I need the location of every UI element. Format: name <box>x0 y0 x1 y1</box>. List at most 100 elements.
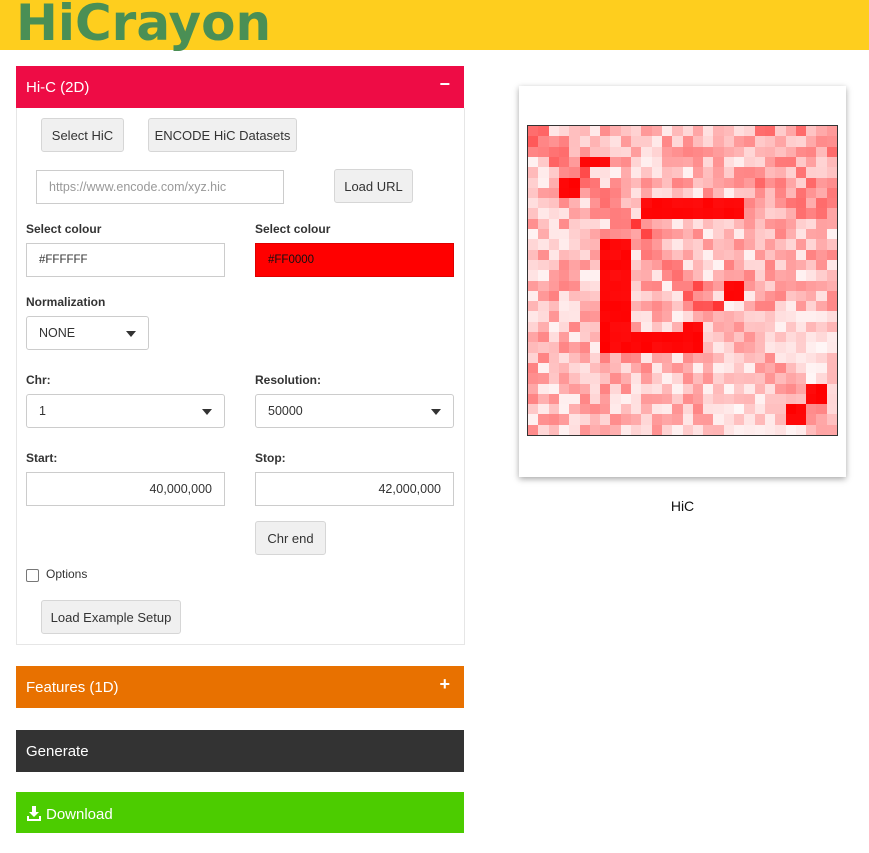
heatmap-cell <box>734 249 745 260</box>
heatmap-cell <box>579 280 590 291</box>
generate-button[interactable]: Generate <box>16 730 464 772</box>
select-hic-button[interactable]: Select HiC <box>41 118 124 152</box>
heatmap-cell <box>558 249 570 260</box>
heatmap-cell <box>723 208 734 219</box>
heatmap-cell <box>703 311 714 322</box>
colour-low-input[interactable]: #FFFFFF <box>26 243 225 277</box>
url-input[interactable]: https://www.encode.com/xyz.hic <box>36 170 284 204</box>
heatmap-cell <box>734 136 745 147</box>
heatmap-cell <box>589 352 601 363</box>
heatmap-cell <box>692 208 704 219</box>
heatmap-cell <box>589 424 601 435</box>
heatmap-cell <box>754 362 765 374</box>
heatmap-cell <box>528 218 539 229</box>
heatmap-cell <box>734 187 745 199</box>
heatmap-cell <box>775 270 786 281</box>
resolution-select[interactable]: 50000 <box>255 394 454 428</box>
heatmap-cell <box>703 156 714 168</box>
heatmap-cell <box>651 208 662 219</box>
heatmap-cell <box>826 383 837 394</box>
heatmap-cell <box>620 342 631 353</box>
expand-icon[interactable]: + <box>439 674 450 695</box>
heatmap-cell <box>641 414 652 425</box>
heatmap-cell <box>641 280 652 291</box>
heatmap-cell <box>703 290 714 302</box>
features-panel-header[interactable]: Features (1D) + <box>16 666 464 708</box>
heatmap-cell <box>579 146 590 157</box>
heatmap-cell <box>548 332 559 343</box>
heatmap-cell <box>785 362 796 374</box>
heatmap-cell <box>661 259 673 271</box>
heatmap-cell <box>569 146 580 157</box>
encode-datasets-button[interactable]: ENCODE HiC Datasets <box>148 118 297 152</box>
heatmap-cell <box>785 404 796 415</box>
heatmap-cell <box>703 393 714 405</box>
download-button[interactable]: Download <box>16 792 464 833</box>
heatmap-cell <box>528 136 539 147</box>
start-input[interactable]: 40,000,000 <box>26 472 225 506</box>
heatmap-cell <box>610 208 621 219</box>
heatmap-cell <box>806 290 817 302</box>
heatmap-cell <box>806 414 817 425</box>
heatmap-cell <box>764 404 776 415</box>
heatmap-cell <box>713 301 724 312</box>
heatmap-cell <box>754 259 765 271</box>
heatmap-cell <box>569 167 580 178</box>
heatmap-cell <box>692 239 704 250</box>
heatmap-cell <box>661 208 673 219</box>
heatmap-cell <box>631 342 642 353</box>
heatmap-cell <box>558 187 570 199</box>
heatmap-cell <box>703 383 714 394</box>
load-url-button[interactable]: Load URL <box>334 169 413 203</box>
heatmap-cell <box>651 136 662 147</box>
normalization-select[interactable]: NONE <box>26 316 149 350</box>
stop-input[interactable]: 42,000,000 <box>255 472 454 506</box>
heatmap-cell <box>620 239 631 250</box>
heatmap-cell <box>610 383 621 394</box>
heatmap-cell <box>548 383 559 394</box>
load-example-button[interactable]: Load Example Setup <box>41 600 181 634</box>
heatmap-cell <box>579 321 590 332</box>
heatmap-cell <box>610 270 621 281</box>
heatmap-cell <box>795 208 807 219</box>
heatmap-cell <box>641 218 652 229</box>
heatmap-cell <box>600 259 611 271</box>
heatmap-cell <box>620 198 631 209</box>
collapse-icon[interactable]: − <box>439 74 450 95</box>
heatmap-cell <box>610 136 621 147</box>
heatmap-cell <box>744 383 755 394</box>
heatmap-cell <box>713 177 724 188</box>
heatmap-cell <box>795 414 807 425</box>
heatmap-cell <box>826 404 837 415</box>
heatmap-cell <box>569 290 580 302</box>
heatmap-cell <box>713 249 724 260</box>
heatmap-cell <box>579 311 590 322</box>
heatmap-cell <box>775 424 786 435</box>
heatmap-cell <box>661 229 673 240</box>
chr-end-button[interactable]: Chr end <box>255 521 326 555</box>
heatmap-cell <box>754 280 765 291</box>
heatmap-cell <box>672 414 683 425</box>
heatmap-cell <box>600 156 611 168</box>
heatmap-cell <box>754 187 765 199</box>
colour-high-input[interactable]: #FF0000 <box>255 243 454 277</box>
hic-panel-header[interactable]: Hi-C (2D) − <box>16 66 464 108</box>
heatmap-cell <box>692 404 704 415</box>
heatmap-cell <box>569 136 580 147</box>
heatmap-cell <box>558 198 570 209</box>
options-checkbox[interactable] <box>26 569 39 582</box>
heatmap-cell <box>744 352 755 363</box>
heatmap-cell <box>558 352 570 363</box>
heatmap-cell <box>723 218 734 229</box>
heatmap-cell <box>589 249 601 260</box>
heatmap-cell <box>723 177 734 188</box>
heatmap-cell <box>806 383 817 394</box>
chr-select[interactable]: 1 <box>26 394 225 428</box>
heatmap-cell <box>703 218 714 229</box>
heatmap-cell <box>785 198 796 209</box>
plot-caption: HiC <box>670 498 695 514</box>
heatmap-cell <box>785 321 796 332</box>
heatmap-cell <box>651 383 662 394</box>
heatmap-cell <box>672 362 683 374</box>
heatmap-cell <box>775 404 786 415</box>
